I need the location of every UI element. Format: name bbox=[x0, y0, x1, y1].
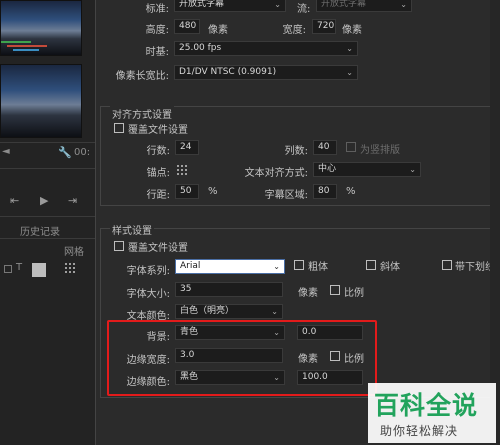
font-size-unit: 像素 bbox=[298, 288, 318, 299]
subtitle-area-input[interactable]: 80 bbox=[313, 184, 337, 199]
italic-checkbox[interactable] bbox=[366, 260, 376, 270]
font-size-ratio-checkbox[interactable] bbox=[330, 285, 340, 295]
video-thumbnail-bottom[interactable] bbox=[0, 64, 82, 138]
subtitle-area-label: 字幕区域: bbox=[264, 190, 308, 201]
step-forward-icon[interactable]: ⇥ bbox=[68, 194, 77, 207]
style-section-title: 样式设置 bbox=[110, 222, 154, 237]
chevron-down-icon: ⌄ bbox=[400, 0, 407, 9]
play-icon[interactable]: ▶ bbox=[40, 194, 48, 207]
line-spacing-label: 行距: bbox=[146, 190, 170, 201]
width-input[interactable]: 720 bbox=[312, 19, 336, 34]
underline-label: 带下划线 bbox=[455, 262, 495, 273]
grid-icon[interactable] bbox=[64, 262, 76, 274]
grid-label: 网格 bbox=[64, 247, 84, 258]
font-size-label: 字体大小: bbox=[126, 289, 170, 300]
chevron-down-icon: ⌄ bbox=[273, 262, 280, 271]
watermark-brand: 百科全说 bbox=[374, 391, 479, 420]
bold-label: 粗体 bbox=[308, 262, 328, 273]
chevron-down-icon: ⌄ bbox=[409, 165, 416, 174]
standard-dropdown[interactable]: 开放式字幕 ⌄ bbox=[174, 0, 286, 12]
pixel-aspect-ratio-label: 像素长宽比: bbox=[115, 71, 169, 82]
step-back-icon[interactable]: ⇤ bbox=[10, 194, 19, 207]
watermark-logo: 百科全说 助你轻松解决 bbox=[368, 383, 496, 443]
alignment-section-title: 对齐方式设置 bbox=[110, 106, 174, 121]
chevron-down-icon: ⌄ bbox=[274, 0, 281, 9]
bold-checkbox[interactable] bbox=[294, 260, 304, 270]
anchor-label: 锚点: bbox=[146, 168, 170, 179]
chevron-down-icon: ⌄ bbox=[346, 44, 353, 53]
tab-history[interactable]: 历史记录 bbox=[20, 223, 60, 238]
text-align-label: 文本对齐方式: bbox=[244, 168, 308, 179]
timebase-dropdown[interactable]: 25.00 fps ⌄ bbox=[174, 41, 358, 56]
alignment-override-checkbox[interactable] bbox=[114, 123, 124, 133]
width-unit: 像素 bbox=[342, 25, 362, 36]
font-family-label: 字体系列: bbox=[126, 266, 170, 277]
chevron-down-icon: ⌄ bbox=[346, 68, 353, 77]
cols-input[interactable]: 40 bbox=[313, 140, 337, 155]
font-size-ratio-label: 比例 bbox=[344, 288, 364, 299]
left-app-panel: ◄ 🔧 00: ⇤ ▶ ⇥ 历史记录 网格 T bbox=[0, 0, 95, 445]
stream-dropdown[interactable]: 开放式字幕 ⌄ bbox=[316, 0, 412, 12]
chevron-down-icon: ⌄ bbox=[271, 307, 278, 316]
height-label: 高度: bbox=[145, 25, 169, 36]
timeline-ruler: ◄ bbox=[2, 146, 10, 157]
font-size-input[interactable]: 35 bbox=[175, 282, 283, 297]
text-align-dropdown[interactable]: 中心 ⌄ bbox=[313, 162, 421, 177]
standard-label: 标准: bbox=[145, 4, 169, 15]
height-unit: 像素 bbox=[208, 25, 228, 36]
timebase-label: 时基: bbox=[145, 47, 169, 58]
line-spacing-input[interactable]: 50 bbox=[175, 184, 199, 199]
text-color-dropdown[interactable]: 白色（明亮） ⌄ bbox=[175, 304, 283, 319]
cols-label: 列数: bbox=[284, 146, 308, 157]
highlight-box bbox=[107, 320, 377, 396]
vertical-scrollbar[interactable] bbox=[490, 0, 500, 445]
height-input[interactable]: 480 bbox=[174, 19, 200, 34]
pixel-aspect-ratio-dropdown[interactable]: D1/DV NTSC (0.9091) ⌄ bbox=[174, 65, 358, 80]
rect-tool-icon[interactable] bbox=[4, 265, 12, 273]
italic-label: 斜体 bbox=[380, 262, 400, 273]
font-family-dropdown[interactable]: Arial ⌄ bbox=[175, 259, 285, 274]
video-thumbnail-top[interactable] bbox=[0, 0, 82, 56]
subtitle-area-unit: % bbox=[346, 186, 356, 197]
alignment-override-label: 覆盖文件设置 bbox=[128, 125, 188, 136]
anchor-grid-icon[interactable] bbox=[176, 164, 188, 176]
underline-checkbox[interactable] bbox=[442, 260, 452, 270]
text-tool-icon[interactable]: T bbox=[16, 262, 22, 273]
width-label: 宽度: bbox=[282, 25, 306, 36]
style-override-checkbox[interactable] bbox=[114, 241, 124, 251]
vertical-layout-label: 为竖排版 bbox=[360, 145, 400, 156]
color-swatch[interactable] bbox=[32, 263, 46, 277]
line-spacing-unit: % bbox=[208, 186, 218, 197]
vertical-layout-checkbox[interactable] bbox=[346, 142, 356, 152]
timecode: 00: bbox=[74, 147, 91, 158]
style-override-label: 覆盖文件设置 bbox=[128, 243, 188, 254]
rows-input[interactable]: 24 bbox=[175, 140, 199, 155]
stream-label: 流: bbox=[297, 4, 311, 15]
watermark-slogan: 助你轻松解决 bbox=[380, 424, 459, 438]
wrench-icon[interactable]: 🔧 bbox=[58, 146, 72, 159]
rows-label: 行数: bbox=[146, 146, 170, 157]
